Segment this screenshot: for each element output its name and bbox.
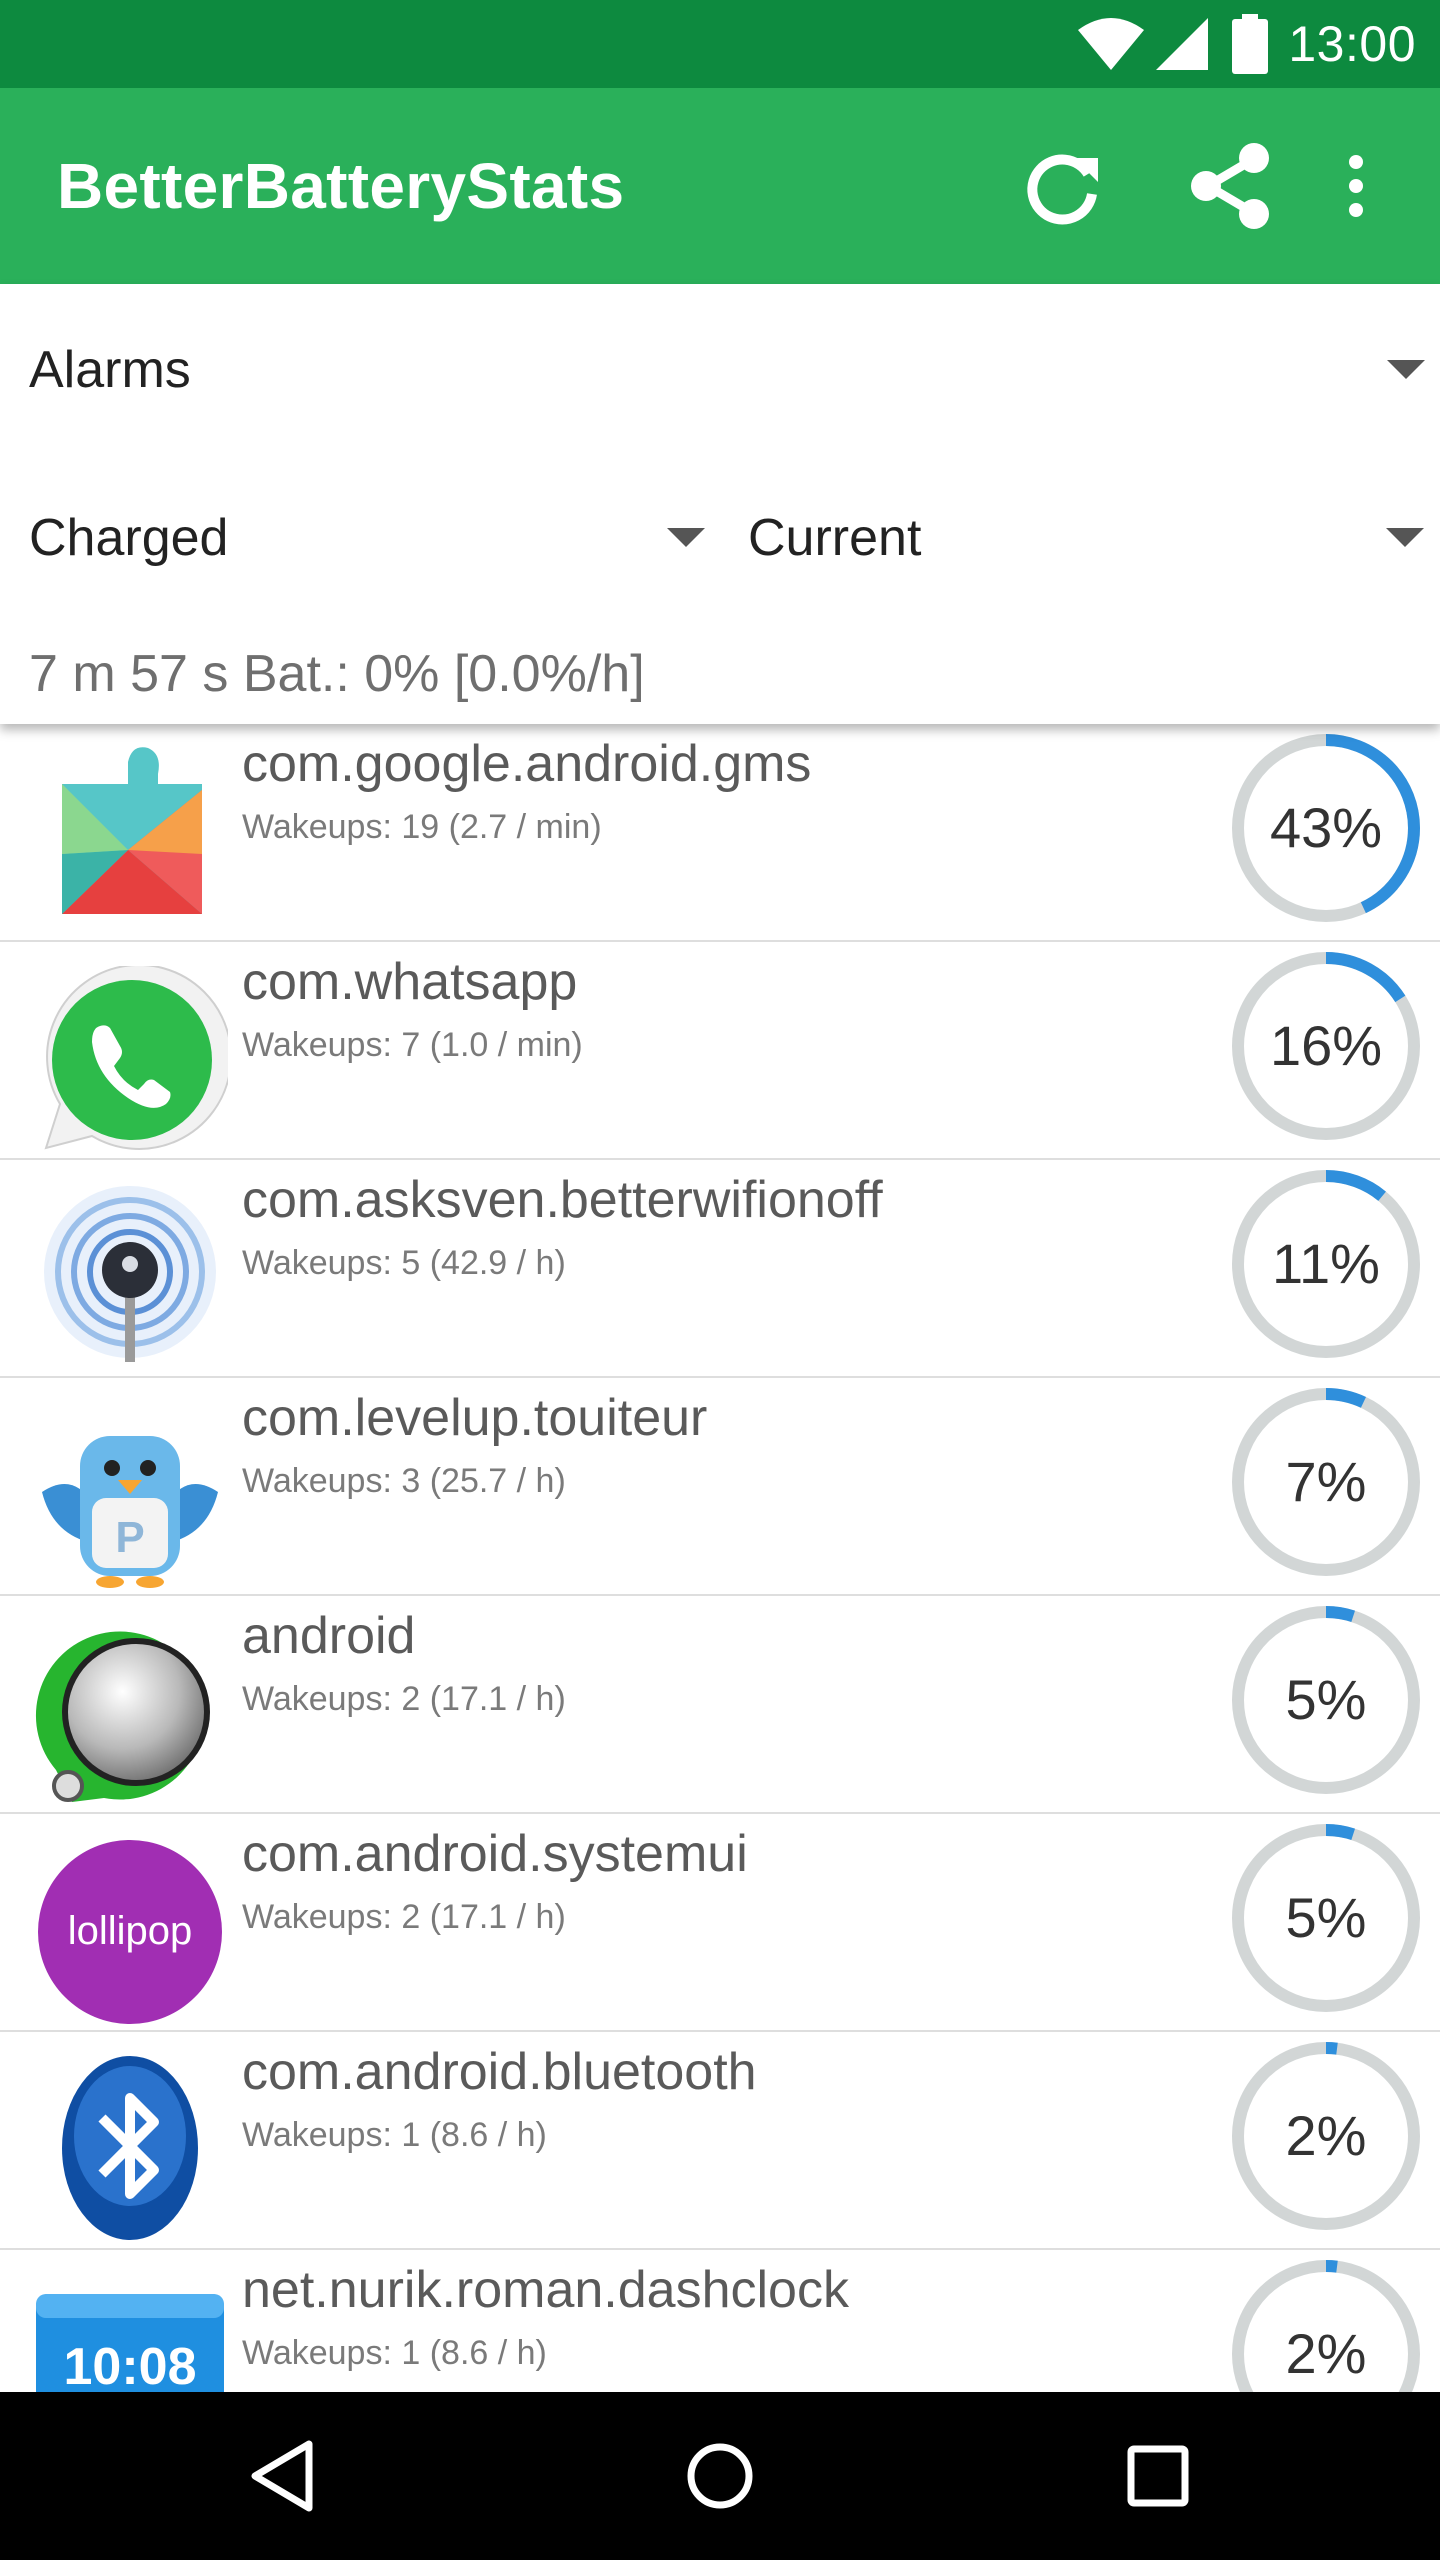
filter-panel: Alarms Charged Current 7 m 57 s Bat.: 0%… [0,284,1440,724]
app-name: net.nurik.roman.dashclock [242,2261,849,2319]
wakeups-text: Wakeups: 5 (42.9 / h) [242,1244,566,1282]
percent-label: 7% [1285,1450,1367,1513]
to-reference-dropdown[interactable]: Current [748,508,1424,568]
list-item[interactable]: com.google.android.gms Wakeups: 19 (2.7 … [0,724,1440,942]
whatsapp-icon [32,964,232,1162]
list-item[interactable]: 10:08 net.nurik.roman.dashclock Wakeups:… [0,2250,1440,2392]
to-reference-value: Current [748,509,922,567]
usage-gauge: 43% [1228,730,1424,926]
app-name: android [242,1607,416,1665]
usage-gauge: 7% [1228,1384,1424,1580]
overflow-menu-button[interactable] [1302,132,1410,240]
dropdown-arrow-icon [1386,528,1424,547]
list-item[interactable]: lollipop com.android.systemui Wakeups: 2… [0,1814,1440,2032]
wifi-icon [1078,18,1145,70]
refresh-icon [1027,154,1098,225]
navigation-bar [0,2392,1440,2560]
stat-type-value: Alarms [29,341,191,399]
recents-icon [1127,2445,1189,2507]
wakeups-text: Wakeups: 1 (8.6 / h) [242,2334,547,2372]
wakeups-text: Wakeups: 3 (25.7 / h) [242,1462,566,1500]
back-button[interactable] [222,2416,342,2536]
wifi-robot-icon [32,1184,228,1380]
wakeups-text: Wakeups: 19 (2.7 / min) [242,808,602,846]
list-item[interactable]: android Wakeups: 2 (17.1 / h) 5% [0,1596,1440,1814]
svg-text:P: P [115,1513,144,1562]
recents-button[interactable] [1098,2416,1218,2536]
lollipop-icon: lollipop [32,1838,228,2034]
from-reference-dropdown[interactable]: Charged [29,508,709,568]
dropdown-arrow-icon [667,528,705,547]
list-item[interactable]: P com.levelup.touiteur Wakeups: 3 (25.7 … [0,1378,1440,1596]
alarms-list[interactable]: com.google.android.gms Wakeups: 19 (2.7 … [0,724,1440,2392]
dropdown-arrow-icon [1387,360,1425,379]
usage-gauge: 16% [1228,948,1424,1144]
lollipop-text: lollipop [68,1909,193,1953]
from-reference-value: Charged [29,509,229,567]
app-bar: BetterBatteryStats [0,88,1440,284]
google-play-services-icon [32,734,228,930]
usage-gauge: 5% [1228,1602,1424,1798]
status-bar: 13:00 [0,0,1440,88]
usage-gauge: 2% [1228,2256,1424,2392]
app-name: com.android.systemui [242,1825,748,1883]
share-button[interactable] [1176,132,1284,240]
share-icon [1191,143,1269,229]
usage-gauge: 5% [1228,1820,1424,2016]
home-icon [687,2443,753,2509]
app-name: com.whatsapp [242,953,578,1011]
summary-text: 7 m 57 s Bat.: 0% [0.0%/h] [29,645,645,703]
list-item[interactable]: com.whatsapp Wakeups: 7 (1.0 / min) 16% [0,942,1440,1160]
wakeups-text: Wakeups: 2 (17.1 / h) [242,1680,566,1718]
bird-icon: P [32,1402,228,1598]
app-name: com.asksven.betterwifionoff [242,1171,883,1229]
bluetooth-icon [32,2056,228,2252]
usage-gauge: 2% [1228,2038,1424,2234]
percent-label: 2% [1285,2322,1367,2385]
percent-label: 2% [1285,2104,1367,2167]
app-name: com.google.android.gms [242,735,812,793]
refresh-button[interactable] [1008,132,1116,240]
percent-label: 5% [1285,1886,1367,1949]
battery-icon [1232,14,1269,74]
list-item[interactable]: com.android.bluetooth Wakeups: 1 (8.6 / … [0,2032,1440,2250]
app-name: com.android.bluetooth [242,2043,757,2101]
back-icon [251,2440,313,2512]
percent-label: 5% [1285,1668,1367,1731]
dashclock-icon: 10:08 [32,2274,228,2392]
wakeups-text: Wakeups: 1 (8.6 / h) [242,2116,547,2154]
percent-label: 43% [1269,796,1383,859]
dashclock-time-text: 10:08 [64,2338,197,2392]
status-time: 13:00 [1288,16,1416,72]
wakeups-text: Wakeups: 2 (17.1 / h) [242,1898,566,1936]
android-system-icon [32,1620,228,1816]
percent-label: 16% [1269,1014,1383,1077]
more-vert-icon [1349,155,1363,217]
app-name: com.levelup.touiteur [242,1389,708,1447]
percent-label: 11% [1272,1232,1380,1295]
wakeups-text: Wakeups: 7 (1.0 / min) [242,1026,583,1064]
signal-icon [1156,18,1209,70]
list-item[interactable]: com.asksven.betterwifionoff Wakeups: 5 (… [0,1160,1440,1378]
home-button[interactable] [660,2416,780,2536]
app-title: BetterBatteryStats [57,150,625,222]
stat-type-dropdown[interactable]: Alarms [29,340,1425,400]
usage-gauge: 11% [1228,1166,1424,1362]
